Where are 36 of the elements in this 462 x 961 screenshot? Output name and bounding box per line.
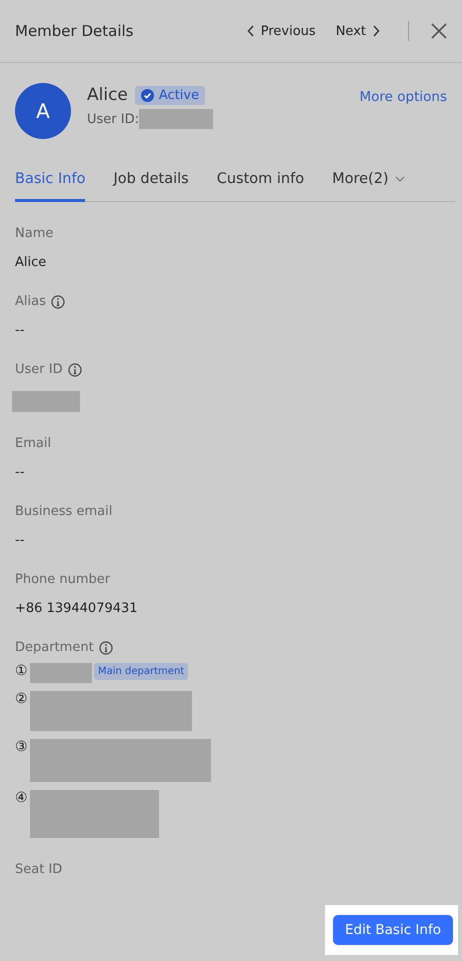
list-number: ③: [15, 739, 29, 755]
field-value: Alice: [15, 255, 48, 270]
previous-button[interactable]: Previous: [242, 24, 320, 38]
redaction-block: [30, 663, 92, 683]
user-id-label: User ID:: [87, 112, 139, 126]
close-icon[interactable]: [431, 23, 447, 39]
field-label: Business email: [15, 504, 112, 519]
field-label: Email: [15, 436, 52, 451]
more-options-link[interactable]: More options: [360, 83, 447, 105]
field-label: Phone number: [15, 572, 110, 587]
chevron-left-icon: [246, 25, 255, 37]
field-value: --: [15, 323, 26, 338]
field-value: --: [15, 533, 26, 548]
list-number: ①: [15, 663, 29, 679]
field-label: Department: [15, 640, 94, 655]
tab[interactable]: Job details: [113, 159, 189, 202]
department-badge: Main department: [94, 663, 188, 680]
tab[interactable]: Custom info: [216, 159, 304, 202]
tab[interactable]: More(2): [332, 159, 405, 202]
next-button[interactable]: Next: [332, 24, 384, 38]
field-label: User ID: [15, 362, 63, 377]
edit-basic-info-button[interactable]: Edit Basic Info: [332, 915, 453, 945]
chevron-right-icon: [372, 25, 380, 37]
field-value: +86 13944079431: [15, 601, 139, 616]
list-number: ②: [15, 691, 29, 707]
field-label: Seat ID: [15, 862, 62, 877]
panel-title: Member Details: [15, 22, 134, 40]
tab[interactable]: Basic Info: [15, 159, 86, 202]
field-label: Name: [15, 226, 54, 241]
member-name: Alice: [87, 85, 128, 105]
status-badge: Active: [134, 86, 206, 104]
redaction-block: [12, 391, 80, 412]
list-number: ④: [15, 790, 29, 806]
field-value: --: [15, 465, 26, 480]
avatar: A: [15, 83, 71, 139]
field-label: Alias: [15, 294, 46, 309]
